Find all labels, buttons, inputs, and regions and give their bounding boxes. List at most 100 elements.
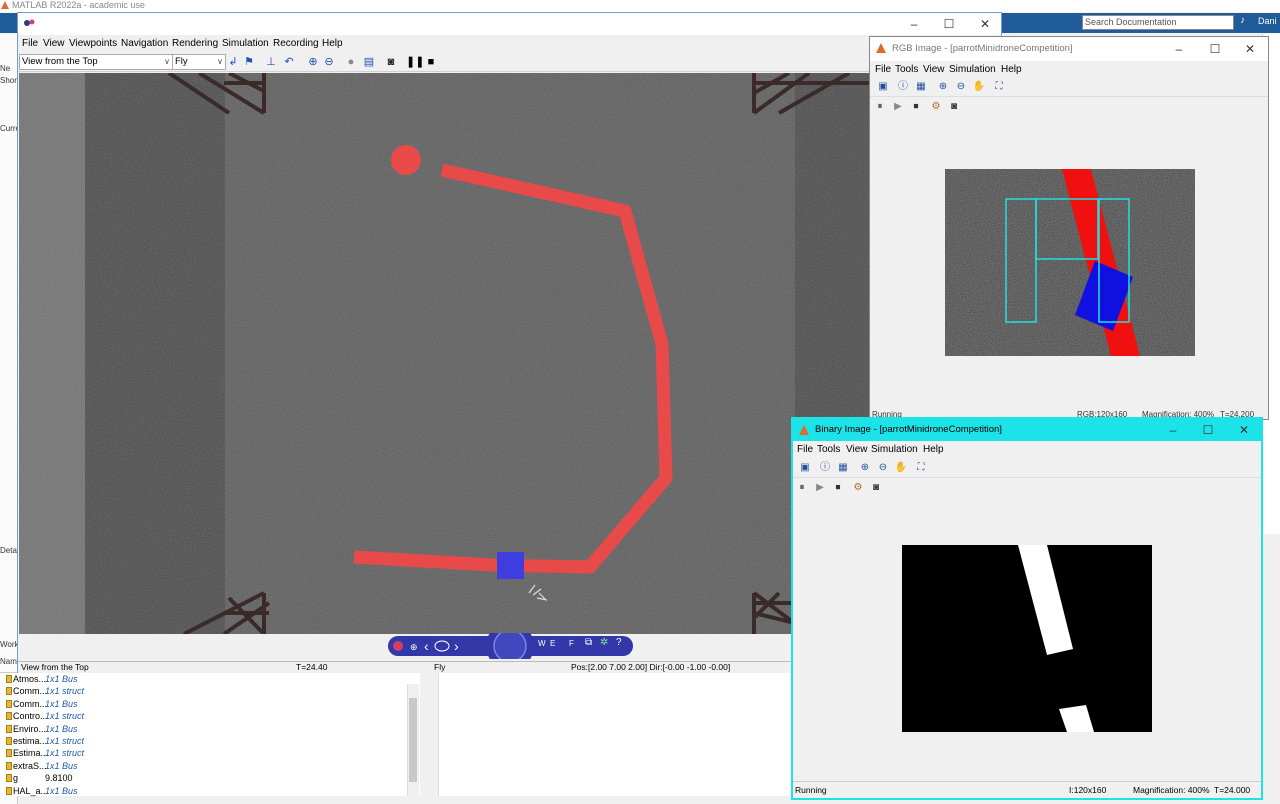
maximize-button[interactable]: ☐ bbox=[1196, 422, 1220, 438]
zoom-in-icon[interactable]: ⊕ bbox=[306, 55, 320, 69]
search-icon[interactable]: ⌕ bbox=[1221, 16, 1227, 27]
vr-menu-rendering[interactable]: Rendering bbox=[172, 38, 218, 49]
maximize-button[interactable]: ☐ bbox=[1203, 41, 1227, 57]
nav-letter-w[interactable]: W bbox=[538, 639, 546, 648]
workspace-row[interactable]: Comm... 1x1 Bus bbox=[6, 698, 416, 710]
pause-icon[interactable]: ⏸ bbox=[873, 100, 887, 114]
print-icon[interactable]: ▣ bbox=[798, 461, 812, 475]
binary-mask-image[interactable] bbox=[902, 545, 1152, 732]
flag-icon[interactable]: ⚑ bbox=[242, 55, 256, 69]
workspace-row[interactable]: g 9.8100 bbox=[6, 772, 416, 784]
workspace-row[interactable]: estima... 1x1 struct bbox=[6, 735, 416, 747]
rgb-menu-simulation[interactable]: Simulation bbox=[949, 64, 996, 75]
binary-menu-help[interactable]: Help bbox=[923, 444, 944, 455]
zoom-out-icon[interactable]: ⊖ bbox=[876, 461, 890, 475]
rgb-menu-view[interactable]: View bbox=[923, 64, 945, 75]
fit-icon[interactable]: ⛶ bbox=[992, 80, 1006, 94]
documentation-search-input[interactable]: Search Documentation bbox=[1082, 15, 1234, 30]
navigation-mode-value: Fly bbox=[175, 56, 188, 67]
workspace-row[interactable]: Estima... 1x1 struct bbox=[6, 747, 416, 759]
vr-menu-navigation[interactable]: Navigation bbox=[121, 38, 168, 49]
info-icon[interactable]: ⓘ bbox=[896, 80, 910, 94]
snapshot-icon[interactable]: ▤ bbox=[362, 55, 376, 69]
rgb-menu-file[interactable]: File bbox=[875, 64, 891, 75]
return-viewpoint-icon[interactable]: ↲ bbox=[226, 55, 240, 69]
variable-name: Enviro... bbox=[13, 723, 47, 734]
zoom-out-icon[interactable]: ⊖ bbox=[954, 80, 968, 94]
workspace-scroll-thumb[interactable] bbox=[409, 698, 417, 782]
workspace-row[interactable]: HAL_a... 1x1 Bus bbox=[6, 785, 416, 797]
pan-icon[interactable]: ✋ bbox=[972, 80, 986, 94]
straighten-icon[interactable]: ⊥ bbox=[264, 55, 278, 69]
zoom-in-icon[interactable]: ⊕ bbox=[858, 461, 872, 475]
close-button[interactable]: ✕ bbox=[1232, 422, 1256, 438]
minimize-button[interactable]: – bbox=[1167, 41, 1191, 57]
variable-value: 1x1 struct bbox=[45, 686, 85, 697]
workspace-row[interactable]: Comm... 1x1 struct bbox=[6, 685, 416, 697]
bell-icon[interactable]: ♪ bbox=[1240, 15, 1245, 26]
vr-menu-help[interactable]: Help bbox=[322, 38, 343, 49]
highlight-icon[interactable]: ⚙ bbox=[929, 100, 943, 114]
viewpoint-select[interactable]: View from the Top ∨ bbox=[19, 54, 173, 70]
pixel-region-icon[interactable]: ▦ bbox=[836, 461, 850, 475]
help-icon[interactable]: ? bbox=[616, 637, 622, 648]
close-button[interactable]: ✕ bbox=[1238, 41, 1262, 57]
rgb-menu-help[interactable]: Help bbox=[1001, 64, 1022, 75]
variable-icon bbox=[6, 749, 12, 758]
camera-icon[interactable]: ◙ bbox=[384, 55, 398, 69]
workspace-row[interactable]: Atmos... 1x1 Bus bbox=[6, 673, 416, 685]
light-icon[interactable]: ✲ bbox=[600, 637, 608, 648]
step-icon[interactable]: ▶ bbox=[891, 100, 905, 114]
print-icon[interactable]: ▣ bbox=[876, 80, 890, 94]
command-window[interactable] bbox=[438, 672, 794, 796]
snapshot-icon[interactable]: ◙ bbox=[947, 100, 961, 114]
close-button[interactable]: ✕ bbox=[973, 16, 997, 32]
vr-menu-recording[interactable]: Recording bbox=[273, 38, 319, 49]
fit-icon[interactable]: ⛶ bbox=[914, 461, 928, 475]
close-panel-icon[interactable] bbox=[393, 641, 403, 651]
vr-title-bar: – ☐ ✕ bbox=[18, 13, 1001, 35]
vr-menu-simulation[interactable]: Simulation bbox=[222, 38, 269, 49]
workspace-row[interactable]: Contro... 1x1 struct bbox=[6, 710, 416, 722]
pause-icon[interactable]: ❚❚ bbox=[406, 55, 424, 69]
zoom-out-icon[interactable]: ⊖ bbox=[322, 55, 336, 69]
undo-move-icon[interactable]: ↶ bbox=[282, 55, 296, 69]
binary-menu-view[interactable]: View bbox=[846, 444, 868, 455]
record-icon[interactable]: ● bbox=[344, 55, 358, 69]
zoom-in-icon[interactable]: ⊕ bbox=[936, 80, 950, 94]
pixel-region-icon[interactable]: ▦ bbox=[914, 80, 928, 94]
nav-letter-f[interactable]: F bbox=[569, 639, 574, 648]
workspace-row[interactable]: Enviro... 1x1 Bus bbox=[6, 723, 416, 735]
rgb-menu-tools[interactable]: Tools bbox=[895, 64, 918, 75]
maximize-button[interactable]: ☐ bbox=[937, 16, 961, 32]
vr-menu-view[interactable]: View bbox=[43, 38, 65, 49]
user-name[interactable]: Dani bbox=[1258, 16, 1277, 26]
info-icon[interactable]: ⓘ bbox=[818, 461, 832, 475]
pan-icon[interactable]: ✋ bbox=[894, 461, 908, 475]
navigation-panel[interactable]: ⊕ ‹ › bbox=[388, 633, 633, 659]
nav-letter-e[interactable]: E bbox=[550, 639, 555, 648]
rgb-camera-image[interactable] bbox=[945, 169, 1195, 356]
stop-icon[interactable]: ⏹ bbox=[831, 481, 845, 495]
vr-toolbar: View from the Top ∨ Fly ∨ ↲ ⚑ ⊥ ↶ ⊕ ⊖ ● … bbox=[18, 52, 1001, 72]
binary-menu-tools[interactable]: Tools bbox=[817, 444, 840, 455]
drone-marker bbox=[497, 552, 524, 579]
matlab-logo-icon bbox=[799, 425, 809, 435]
pause-icon[interactable]: ⏸ bbox=[795, 481, 809, 495]
highlight-icon[interactable]: ⚙ bbox=[851, 481, 865, 495]
workspace-row[interactable]: extraS... 1x1 Bus bbox=[6, 760, 416, 772]
snapshot-icon[interactable]: ⧉ bbox=[585, 637, 592, 648]
step-icon[interactable]: ▶ bbox=[813, 481, 827, 495]
binary-menu-simulation[interactable]: Simulation bbox=[871, 444, 918, 455]
variable-name: HAL_a... bbox=[13, 785, 49, 796]
stop-icon[interactable]: ⏹ bbox=[909, 100, 923, 114]
navigation-mode-select[interactable]: Fly ∨ bbox=[172, 54, 226, 70]
snapshot-icon[interactable]: ◙ bbox=[869, 481, 883, 495]
vr-menu-viewpoints[interactable]: Viewpoints bbox=[69, 38, 117, 49]
minimize-button[interactable]: – bbox=[1161, 422, 1185, 438]
vr-menu-file[interactable]: File bbox=[22, 38, 38, 49]
vr-scene-canvas[interactable] bbox=[19, 73, 871, 634]
stop-icon[interactable]: ■ bbox=[424, 55, 438, 69]
minimize-button[interactable]: – bbox=[902, 16, 926, 32]
binary-menu-file[interactable]: File bbox=[797, 444, 813, 455]
